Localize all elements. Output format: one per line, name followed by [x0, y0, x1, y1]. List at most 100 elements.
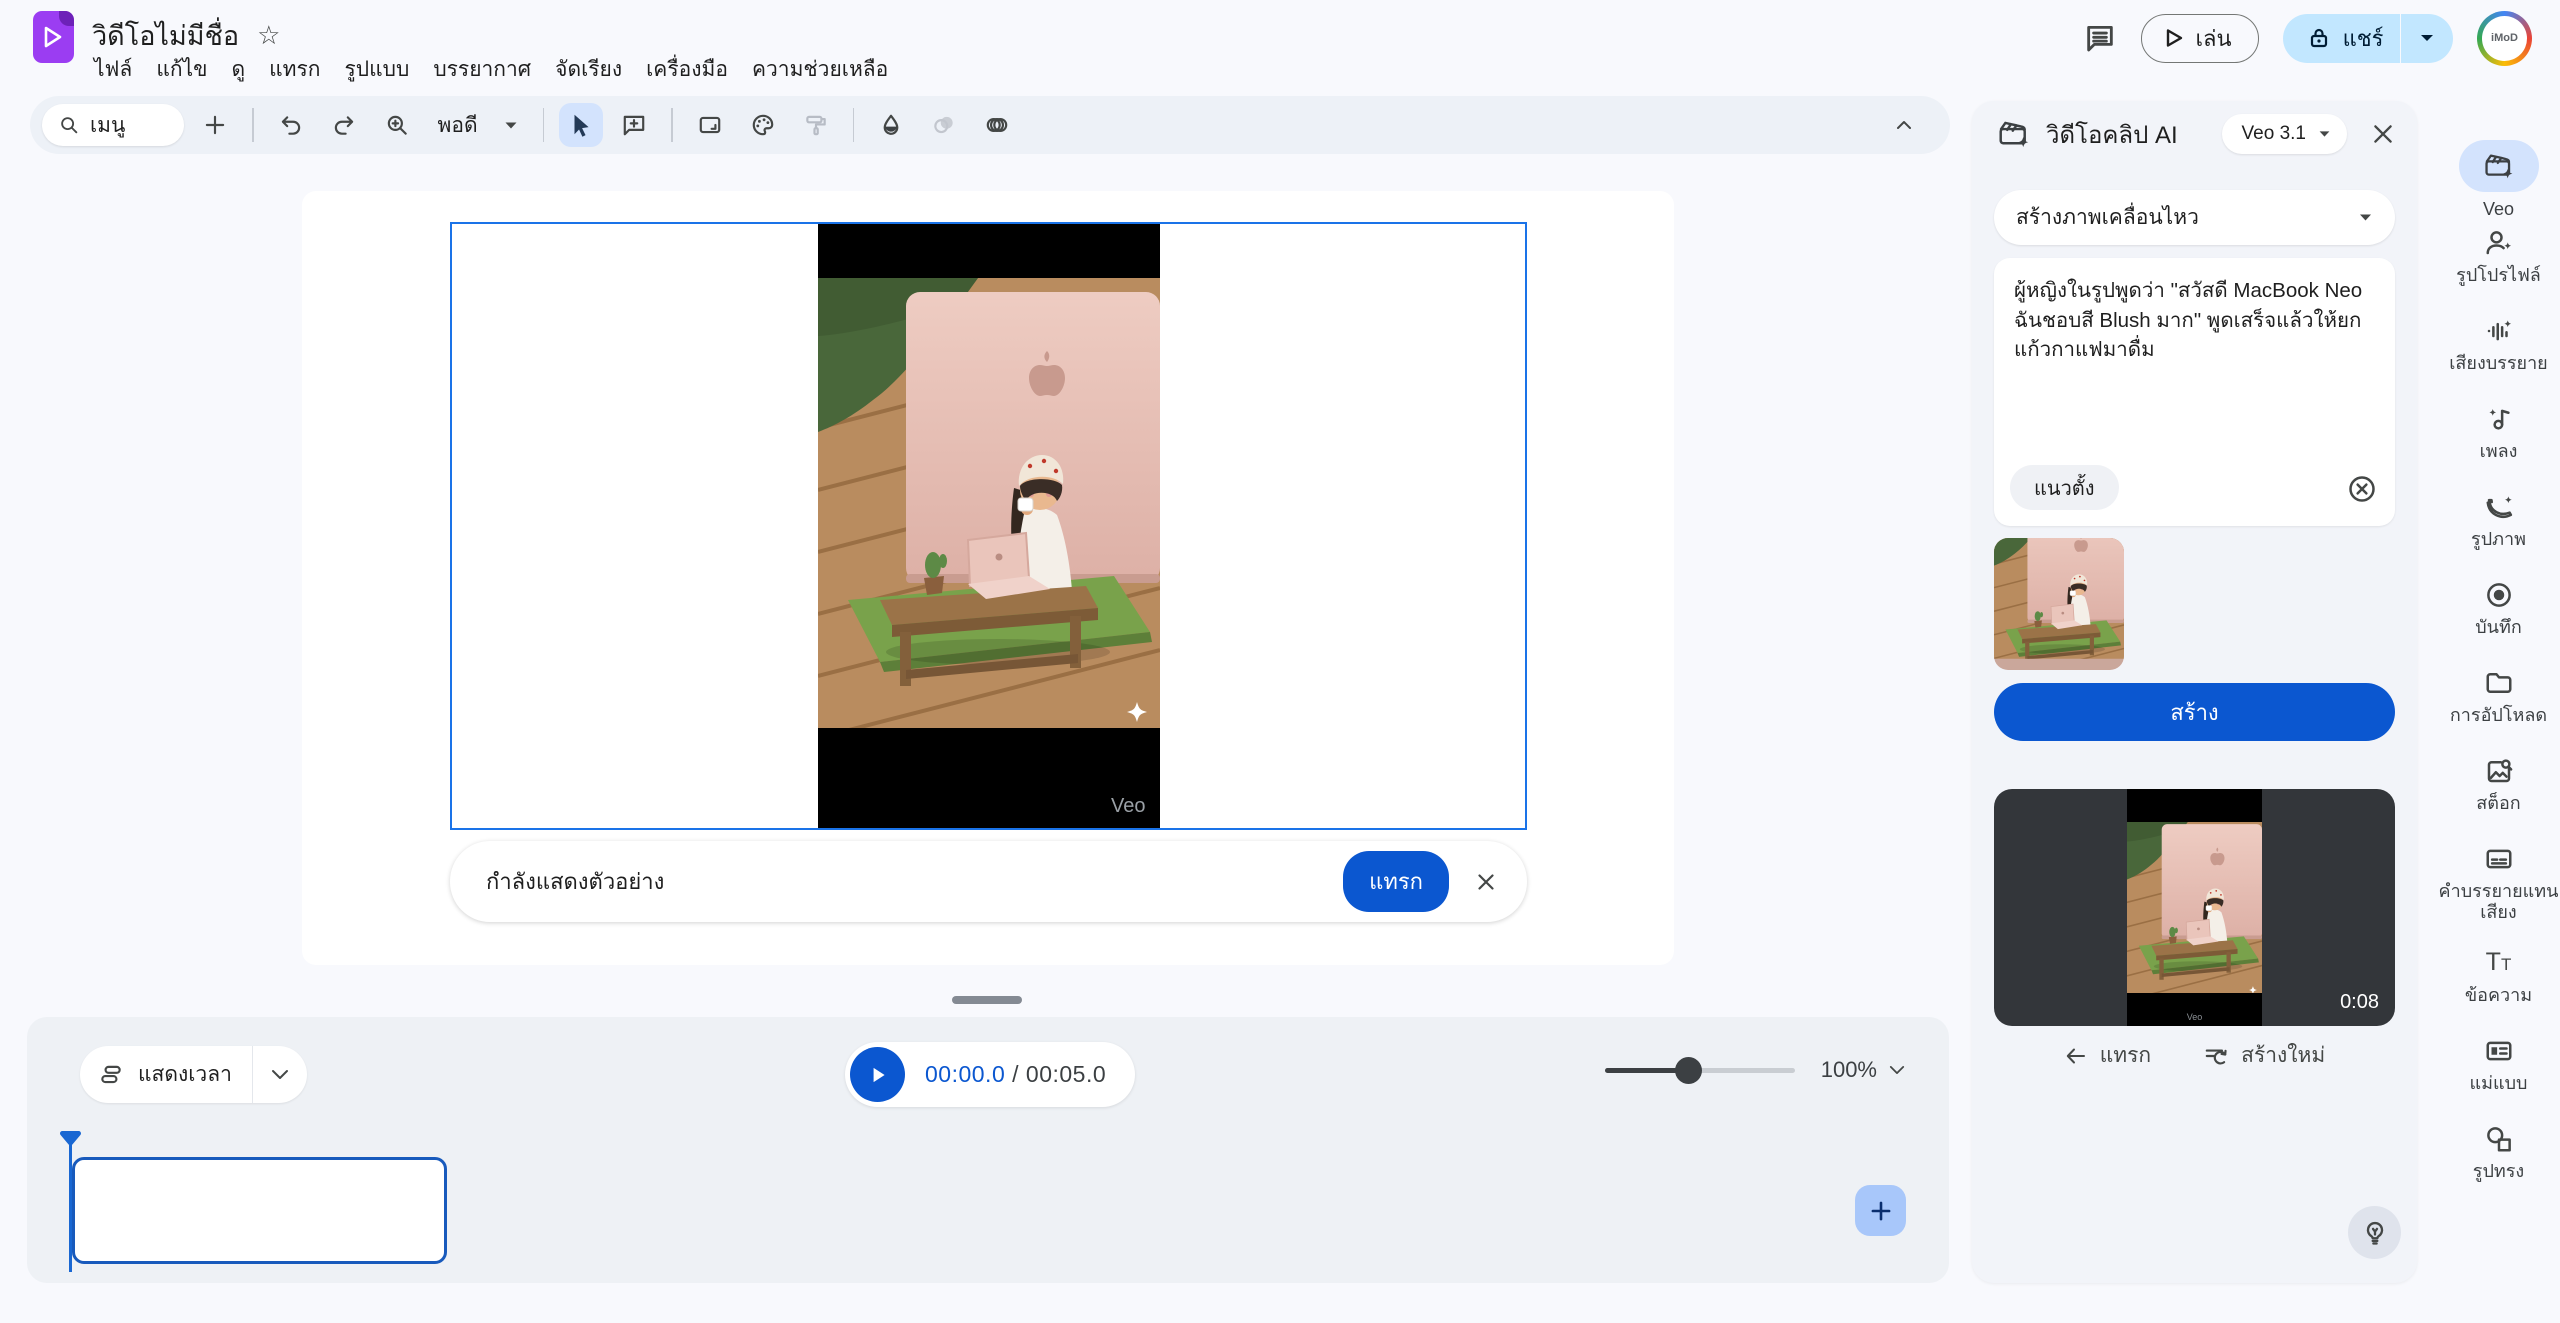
add-scene-button[interactable] — [1855, 1185, 1906, 1236]
play-button[interactable]: เล่น — [2141, 14, 2259, 63]
rail-item-images[interactable]: รูปภาพ — [2437, 492, 2560, 580]
star-favorite-icon[interactable]: ☆ — [257, 20, 280, 51]
color-fill-button[interactable] — [869, 103, 913, 147]
palette-icon — [750, 112, 776, 138]
rail-item-veo[interactable]: Veo — [2437, 140, 2560, 228]
clear-prompt-button[interactable] — [2347, 474, 2377, 504]
menu-ambience[interactable]: บรรยากาศ — [421, 50, 543, 89]
close-icon — [1473, 869, 1499, 895]
model-select[interactable]: Veo 3.1 — [2222, 114, 2347, 154]
collapse-toolbar-button[interactable] — [1882, 103, 1926, 147]
regenerate-button[interactable]: สร้างใหม่ — [2203, 1039, 2325, 1072]
waveform-sparkle-icon — [2484, 316, 2514, 346]
video-preview[interactable]: Veo — [818, 224, 1160, 828]
redo-button[interactable] — [322, 103, 366, 147]
create-button[interactable]: สร้าง — [1994, 683, 2395, 741]
select-tool-button[interactable] — [559, 103, 603, 147]
insert-generated-button[interactable]: แทรก — [2064, 1039, 2151, 1072]
menu-search-input[interactable]: เมนู — [42, 104, 184, 146]
timeline-resize-handle[interactable] — [952, 996, 1022, 1004]
transparency-button[interactable] — [922, 103, 966, 147]
ai-video-panel: .cl-s{fill:none;stroke:#3c4043;stroke-wi… — [1972, 101, 2417, 1283]
insert-content-button[interactable] — [193, 103, 237, 147]
prompt-text[interactable]: ผู้หญิงในรูปพูดว่า "สวัสดี MacBook Neo ฉ… — [2014, 276, 2375, 365]
rail-item-templates[interactable]: แม่แบบ — [2437, 1036, 2560, 1124]
show-time-button[interactable]: แสดงเวลา — [80, 1046, 307, 1103]
close-panel-button[interactable] — [2369, 120, 2397, 148]
play-button-label: เล่น — [2196, 21, 2232, 56]
rail-item-profile-picture[interactable]: รูปโปรไฟล์ — [2437, 228, 2560, 316]
resize-frame-button[interactable] — [688, 103, 732, 147]
share-button-main[interactable]: แชร์ — [2283, 21, 2400, 56]
paint-format-button[interactable] — [794, 103, 838, 147]
timeline-play-button[interactable] — [850, 1047, 905, 1102]
logo-fold — [59, 11, 74, 26]
zoom-slider-knob[interactable] — [1675, 1057, 1702, 1084]
prompt-editor[interactable]: ผู้หญิงในรูปพูดว่า "สวัสดี MacBook Neo ฉ… — [1994, 258, 2395, 526]
rail-item-shapes[interactable]: รูปทรง — [2437, 1124, 2560, 1212]
generated-video-preview[interactable]: Veo — [2127, 789, 2262, 1026]
menu-insert[interactable]: แทรก — [257, 50, 332, 89]
duration-badge: 0:08 — [2340, 991, 2379, 1014]
undo-icon — [278, 112, 304, 138]
rail-item-captions[interactable]: คำบรรยายแทนเสียง — [2437, 844, 2560, 948]
theme-colors-button[interactable] — [741, 103, 785, 147]
regenerate-icon — [2203, 1043, 2229, 1069]
rail-item-voiceover[interactable]: เสียงบรรยาย — [2437, 316, 2560, 404]
menu-file[interactable]: ไฟล์ — [82, 50, 144, 89]
generated-video-card[interactable]: Veo 0:08 — [1994, 789, 2395, 1026]
share-button[interactable]: แชร์ — [2283, 14, 2453, 63]
add-comment-button[interactable] — [612, 103, 656, 147]
menu-edit[interactable]: แก้ไข — [144, 50, 219, 89]
caret-down-icon — [504, 121, 518, 130]
timeline-clip[interactable] — [72, 1157, 447, 1264]
show-time-dropdown[interactable] — [253, 1069, 307, 1080]
menu-arrange[interactable]: จัดเรียง — [543, 50, 634, 89]
rail-item-text[interactable]: TT ข้อความ — [2437, 948, 2560, 1036]
menu-tools[interactable]: เครื่องมือ — [634, 50, 740, 89]
folder-icon — [2484, 668, 2514, 698]
dismiss-preview-button[interactable] — [1473, 869, 1499, 895]
sidebar-rail: Veo รูปโปรไฟล์ เสียงบรรยาย เพลง — [2437, 140, 2560, 1212]
rail-item-music[interactable]: เพลง — [2437, 404, 2560, 492]
account-avatar[interactable]: iMoD — [2477, 11, 2532, 66]
menu-view[interactable]: ดู — [219, 50, 257, 89]
aspect-ratio-chip[interactable]: แนวตั้ง — [2010, 465, 2119, 510]
play-icon — [2164, 28, 2184, 48]
share-dropdown-button[interactable] — [2401, 33, 2453, 43]
toolbar-divider — [853, 108, 855, 142]
menu-help[interactable]: ความช่วยเหลือ — [740, 50, 900, 89]
insert-generated-label: แทรก — [2100, 1039, 2151, 1072]
zoom-button[interactable] — [375, 103, 419, 147]
video-still-image — [818, 278, 1160, 728]
zoom-level-select[interactable]: 100% — [1821, 1057, 1905, 1083]
rail-item-stock[interactable]: สต็อก — [2437, 756, 2560, 844]
menu-format[interactable]: รูปแบบ — [333, 50, 422, 89]
panel-title: วิดีโอคลิป AI — [2046, 115, 2178, 154]
comment-history-icon[interactable] — [2083, 21, 2117, 55]
insert-button[interactable]: แทรก — [1343, 851, 1449, 912]
rail-item-record[interactable]: บันทึก — [2437, 580, 2560, 668]
generation-mode-select[interactable]: สร้างภาพเคลื่อนไหว — [1994, 190, 2395, 245]
chevron-up-icon — [1892, 113, 1916, 137]
toolbar-divider — [252, 108, 254, 142]
undo-button[interactable] — [269, 103, 313, 147]
timeline-panel: แสดงเวลา 00:00.0 / 00:05.0 100% — [27, 1017, 1949, 1283]
app-logo-icon[interactable] — [33, 11, 74, 63]
animations-button[interactable] — [975, 103, 1019, 147]
tips-button[interactable] — [2348, 1206, 2401, 1259]
music-note-sparkle-icon — [2484, 404, 2514, 434]
reference-image-thumbnail[interactable] — [1994, 538, 2124, 670]
playhead[interactable] — [59, 1130, 82, 1146]
zoom-fit-select[interactable]: พอดี — [428, 109, 528, 142]
selected-video-frame[interactable]: Veo — [450, 222, 1527, 830]
zoom-slider[interactable] — [1605, 1068, 1795, 1073]
caret-down-icon — [2318, 130, 2331, 138]
rail-item-uploads[interactable]: การอัปโหลด — [2437, 668, 2560, 756]
canvas-area: Veo กำลังแสดงตัวอย่าง แทรก — [302, 191, 1674, 965]
veo-watermark: Veo — [2187, 1012, 2203, 1022]
chevron-down-icon — [1889, 1065, 1905, 1075]
time-separator: / — [1005, 1061, 1026, 1087]
preview-status-label: กำลังแสดงตัวอย่าง — [486, 864, 664, 899]
result-actions: แทรก สร้างใหม่ — [1972, 1039, 2417, 1072]
